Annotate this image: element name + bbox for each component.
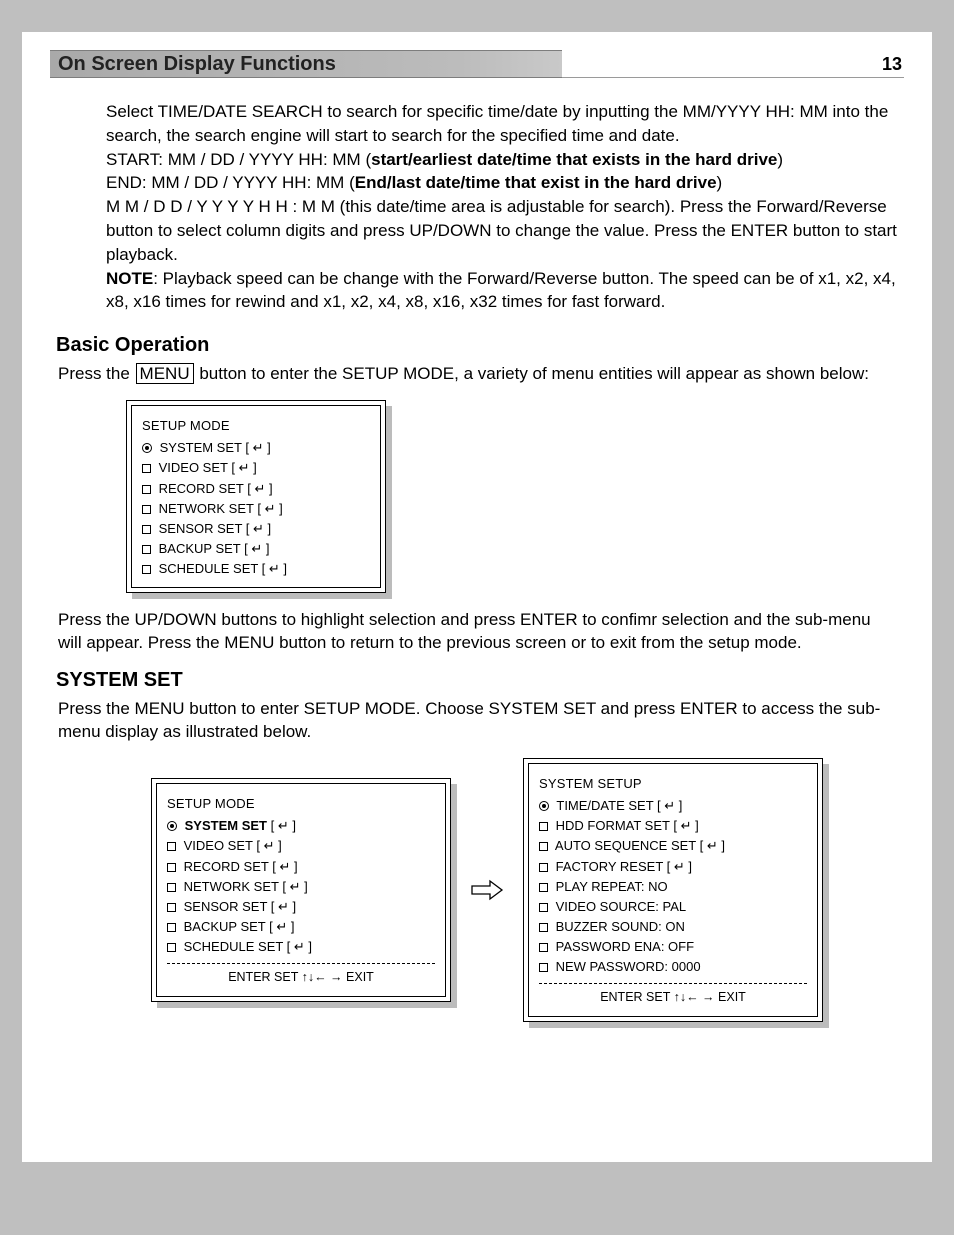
osd-footer: ENTER SET ↑↓← → EXIT — [167, 963, 435, 987]
checkbox-icon — [142, 525, 151, 534]
osd-item: SYSTEM SET [ ↵ ] — [167, 816, 435, 836]
checkbox-icon — [142, 464, 151, 473]
checkbox-icon — [142, 565, 151, 574]
checkbox-icon — [167, 943, 176, 952]
enter-icon: ↵ — [290, 879, 301, 894]
arrow-right-icon — [469, 877, 505, 903]
enter-icon: ↵ — [294, 939, 305, 954]
osd-item: SCHEDULE SET [ ↵ ] — [142, 559, 370, 579]
osd-item: RECORD SET [ ↵ ] — [142, 479, 370, 499]
checkbox-icon — [167, 842, 176, 851]
enter-icon: ↵ — [664, 798, 675, 813]
system-set-paragraph: Press the MENU button to enter SETUP MOD… — [58, 698, 898, 744]
enter-icon: ↵ — [264, 838, 275, 853]
osd-item: PASSWORD ENA: OFF — [539, 937, 807, 957]
checkbox-icon — [142, 505, 151, 514]
osd-footer: ENTER SET ↑↓← → EXIT — [539, 983, 807, 1007]
intro-paragraphs: Select TIME/DATE SEARCH to search for sp… — [106, 100, 898, 314]
osd-item: BACKUP SET [ ↵ ] — [142, 539, 370, 559]
radio-icon — [142, 443, 152, 453]
section-header: On Screen Display Functions 13 — [50, 50, 904, 78]
menu-button-label: MENU — [136, 363, 194, 384]
heading-system-set: SYSTEM SET — [56, 669, 898, 692]
end-line-b: End/last date/time that exist in the har… — [355, 173, 717, 192]
osd-item: SENSOR SET [ ↵ ] — [167, 897, 435, 917]
enter-icon: ↵ — [239, 460, 250, 475]
osd-item: HDD FORMAT SET [ ↵ ] — [539, 816, 807, 836]
radio-icon — [167, 821, 177, 831]
note-label: NOTE — [106, 269, 153, 288]
basic-p-b: button to enter the SETUP MODE, a variet… — [195, 364, 869, 383]
enter-icon: ↵ — [276, 919, 287, 934]
osd-system-setup: SYSTEM SETUP TIME/DATE SET [ ↵ ] HDD FOR… — [523, 758, 823, 1022]
checkbox-icon — [167, 883, 176, 892]
enter-icon: ↵ — [269, 561, 280, 576]
start-line-a: START: MM / DD / YYYY HH: MM ( — [106, 150, 371, 169]
checkbox-icon — [167, 923, 176, 932]
enter-icon: ↵ — [279, 859, 290, 874]
osd-item: NETWORK SET [ ↵ ] — [167, 877, 435, 897]
osd-item: PLAY REPEAT: NO — [539, 877, 807, 897]
enter-icon: ↵ — [707, 838, 718, 853]
osd-item: SENSOR SET [ ↵ ] — [142, 519, 370, 539]
enter-icon: ↵ — [681, 818, 692, 833]
checkbox-icon — [167, 863, 176, 872]
basic-p-a: Press the — [58, 364, 135, 383]
note-body: : Playback speed can be change with the … — [106, 269, 896, 312]
osd-item: BUZZER SOUND: ON — [539, 917, 807, 937]
start-line-b: start/earliest date/time that exists in … — [371, 150, 777, 169]
osd-item: SCHEDULE SET [ ↵ ] — [167, 937, 435, 957]
basic-after-paragraph: Press the UP/DOWN buttons to highlight s… — [58, 609, 898, 655]
osd-item: VIDEO SET [ ↵ ] — [142, 458, 370, 478]
osd-item: VIDEO SET [ ↵ ] — [167, 836, 435, 856]
osd-item: NEW PASSWORD: 0000 — [539, 957, 807, 977]
checkbox-icon — [539, 883, 548, 892]
osd-title: SETUP MODE — [142, 416, 370, 436]
end-line-c: ) — [717, 173, 723, 192]
page-number: 13 — [882, 50, 902, 78]
enter-icon: ↵ — [253, 521, 264, 536]
osd-setup-mode-1: SETUP MODE SYSTEM SET [ ↵ ] VIDEO SET [ … — [126, 400, 386, 593]
section-title: On Screen Display Functions — [50, 50, 904, 78]
checkbox-icon — [539, 903, 548, 912]
enter-icon: ↵ — [265, 501, 276, 516]
osd-item: AUTO SEQUENCE SET [ ↵ ] — [539, 836, 807, 856]
intro-p1: Select TIME/DATE SEARCH to search for sp… — [106, 100, 898, 148]
osd-item: FACTORY RESET [ ↵ ] — [539, 857, 807, 877]
checkbox-icon — [539, 923, 548, 932]
osd-title: SETUP MODE — [167, 794, 435, 814]
osd-item: RECORD SET [ ↵ ] — [167, 857, 435, 877]
enter-icon: ↵ — [278, 899, 289, 914]
enter-icon: ↵ — [251, 541, 262, 556]
osd-item: NETWORK SET [ ↵ ] — [142, 499, 370, 519]
checkbox-icon — [167, 903, 176, 912]
checkbox-icon — [539, 822, 548, 831]
checkbox-icon — [142, 485, 151, 494]
osd-item: VIDEO SOURCE: PAL — [539, 897, 807, 917]
instruction-p4: M M / D D / Y Y Y Y H H : M M (this date… — [106, 195, 898, 266]
osd-item: BACKUP SET [ ↵ ] — [167, 917, 435, 937]
enter-icon: ↵ — [278, 818, 289, 833]
osd-item: TIME/DATE SET [ ↵ ] — [539, 796, 807, 816]
checkbox-icon — [539, 863, 548, 872]
osd-title: SYSTEM SETUP — [539, 774, 807, 794]
radio-icon — [539, 801, 549, 811]
enter-icon: ↵ — [254, 481, 265, 496]
checkbox-icon — [539, 943, 548, 952]
checkbox-icon — [142, 545, 151, 554]
osd-item: SYSTEM SET [ ↵ ] — [142, 438, 370, 458]
heading-basic-operation: Basic Operation — [56, 334, 898, 357]
checkbox-icon — [539, 842, 548, 851]
checkbox-icon — [539, 963, 548, 972]
osd-setup-mode-2: SETUP MODE SYSTEM SET [ ↵ ] VIDEO SET [ … — [151, 778, 451, 1002]
start-line-c: ) — [777, 150, 783, 169]
enter-icon: ↵ — [253, 440, 264, 455]
enter-icon: ↵ — [674, 859, 685, 874]
end-line-a: END: MM / DD / YYYY HH: MM ( — [106, 173, 355, 192]
